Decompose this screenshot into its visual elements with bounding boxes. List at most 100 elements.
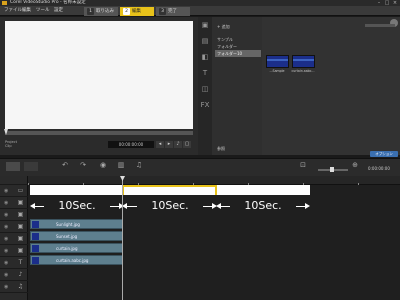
thumbnail-label: curtain.aabc... <box>291 69 315 73</box>
track-headers: ◉ ▭ ◉ ▣ ◉ ▣ ◉ ▣ ◉ ▣ ◉ ▣ ◉ T ◉ ♪ ◉ ♫ <box>0 176 28 300</box>
volume-icon[interactable]: ♪ <box>174 141 182 148</box>
thumbnail-size-slider[interactable] <box>365 24 395 27</box>
add-folder-label: 追加 <box>221 24 230 29</box>
track-header-overlay[interactable]: ◉ ▣ <box>0 245 28 257</box>
thumbnail-label: ...Sample <box>269 69 285 73</box>
instant-project-icon[interactable]: ▤ <box>200 37 210 46</box>
transition-icon[interactable]: ◧ <box>200 53 210 62</box>
playhead-line[interactable] <box>122 176 123 300</box>
preview-screen <box>5 21 193 129</box>
clip-label: curtain.jpg <box>56 246 78 251</box>
tab-capture[interactable]: 1 取り込み <box>84 7 118 16</box>
record-icon[interactable]: ◉ <box>98 161 108 170</box>
track-header-video[interactable]: ◉ ▭ <box>0 185 28 197</box>
overlay-track-icon: ▣ <box>17 211 24 218</box>
tab-share-number: 3 <box>159 8 166 15</box>
tab-capture-label: 取り込み <box>96 9 114 14</box>
mode-clip[interactable]: Clip <box>5 144 17 148</box>
tab-edit[interactable]: 2 編集 <box>120 7 154 16</box>
overlay-track-icon: ▣ <box>17 199 24 206</box>
visibility-icon[interactable]: ◉ <box>4 212 10 218</box>
visibility-icon[interactable]: ◉ <box>4 272 10 278</box>
visibility-icon[interactable]: ◉ <box>4 284 10 290</box>
redo-icon[interactable]: ↷ <box>78 161 88 170</box>
menu-settings[interactable]: 設定 <box>54 6 63 16</box>
clip-label: Sunlight.jpg <box>56 222 80 227</box>
menu-bar: ファイル 編集 ツール 設定 <box>0 6 400 16</box>
auto-music-icon[interactable]: ♫ <box>134 161 144 170</box>
mixer-icon[interactable]: ▥ <box>116 161 126 170</box>
overlay-track-icon: ▣ <box>17 235 24 242</box>
zoom-knob[interactable] <box>330 167 334 172</box>
folder-item[interactable]: フォルダー <box>215 43 261 50</box>
media-thumbnail[interactable] <box>266 55 289 68</box>
add-folder-button[interactable]: + 追加 <box>215 23 261 30</box>
video-track-icon: ▭ <box>17 187 24 194</box>
tab-capture-number: 1 <box>87 8 94 15</box>
visibility-icon[interactable]: ◉ <box>4 236 10 242</box>
overlay-clip[interactable]: curtain.jpg <box>30 243 123 253</box>
track-header-voice[interactable]: ◉ ♪ <box>0 269 28 281</box>
clip-thumbnail <box>32 245 39 252</box>
track-header-overlay[interactable]: ◉ ▣ <box>0 209 28 221</box>
tab-edit-number: 2 <box>123 8 130 15</box>
graphic-icon[interactable]: ◫ <box>200 85 210 94</box>
prev-frame-icon[interactable]: ◂ <box>156 141 164 148</box>
timeline-ruler[interactable] <box>28 176 400 185</box>
selection-range <box>123 185 216 187</box>
duration-label: 10Sec. <box>230 199 296 213</box>
folder-item-selected[interactable]: フォルダー10 <box>215 50 261 57</box>
browse-button[interactable]: 参照 <box>215 145 261 152</box>
preview-timecode[interactable]: 00:00:00:00 <box>108 141 154 148</box>
fullscreen-icon[interactable]: ▢ <box>183 141 191 148</box>
play-icon[interactable]: ▸ <box>165 141 173 148</box>
duration-label: 10Sec. <box>44 199 110 213</box>
media-thumbnail[interactable] <box>292 55 315 68</box>
voice-track-icon: ♪ <box>18 271 23 278</box>
overlay-track-icon: ▣ <box>17 247 24 254</box>
visibility-icon[interactable]: ◉ <box>4 200 10 206</box>
overlay-clip[interactable]: curtain.aabc.jpg <box>30 255 123 265</box>
add-track-header <box>0 176 28 185</box>
library-sidebar: ▣ ▤ ◧ T ◫ FX <box>198 17 212 155</box>
library-folders: + 追加 サンプル フォルダー フォルダー10 参照 <box>212 17 262 155</box>
menu-tools[interactable]: ツール <box>36 6 50 16</box>
folder-item[interactable]: サンプル <box>215 36 261 43</box>
clip-thumbnail <box>32 257 39 264</box>
track-header-overlay[interactable]: ◉ ▣ <box>0 233 28 245</box>
tab-share-label: 完了 <box>168 9 177 14</box>
timeline-view-tab[interactable] <box>6 162 20 171</box>
visibility-icon[interactable]: ◉ <box>4 248 10 254</box>
clip-label: Sunset.jpg <box>56 234 78 239</box>
ruler-tick <box>358 183 359 185</box>
clip-boundary-marker[interactable] <box>215 185 217 195</box>
title-icon[interactable]: T <box>200 69 210 78</box>
filter-icon[interactable]: FX <box>200 101 210 110</box>
overlay-clip[interactable]: Sunset.jpg <box>30 231 123 241</box>
track-header-overlay[interactable]: ◉ ▣ <box>0 197 28 209</box>
clip-thumbnail <box>32 233 39 240</box>
preview-scrubber[interactable] <box>5 131 193 135</box>
undo-icon[interactable]: ↶ <box>60 161 70 170</box>
tab-share[interactable]: 3 完了 <box>156 7 190 16</box>
tab-edit-label: 編集 <box>132 9 141 14</box>
fit-project-icon[interactable]: ⊡ <box>298 161 308 170</box>
track-header-title[interactable]: ◉ T <box>0 257 28 269</box>
preview-mode-selector[interactable]: Project Clip <box>5 140 17 148</box>
visibility-icon[interactable]: ◉ <box>4 224 10 230</box>
library-content: ...Sample curtain.aabc... <box>262 17 400 155</box>
visibility-icon[interactable]: ◉ <box>4 260 10 266</box>
overlay-clip[interactable]: Sunlight.jpg <box>30 219 123 229</box>
overlay-track-icon: ▣ <box>17 223 24 230</box>
storyboard-view-tab[interactable] <box>24 162 38 171</box>
menu-file[interactable]: ファイル <box>4 6 22 16</box>
track-header-music[interactable]: ◉ ♫ <box>0 281 28 293</box>
track-header-overlay[interactable]: ◉ ▣ <box>0 221 28 233</box>
clip-label: curtain.aabc.jpg <box>56 258 89 263</box>
menu-edit[interactable]: 編集 <box>22 6 31 16</box>
media-icon[interactable]: ▣ <box>200 21 210 30</box>
visibility-icon[interactable]: ◉ <box>4 188 10 194</box>
options-button[interactable]: オプション <box>370 151 398 157</box>
zoom-in-icon[interactable]: ⊕ <box>350 161 360 170</box>
timeline-timecode[interactable]: 0:00:00:00 <box>368 166 396 172</box>
